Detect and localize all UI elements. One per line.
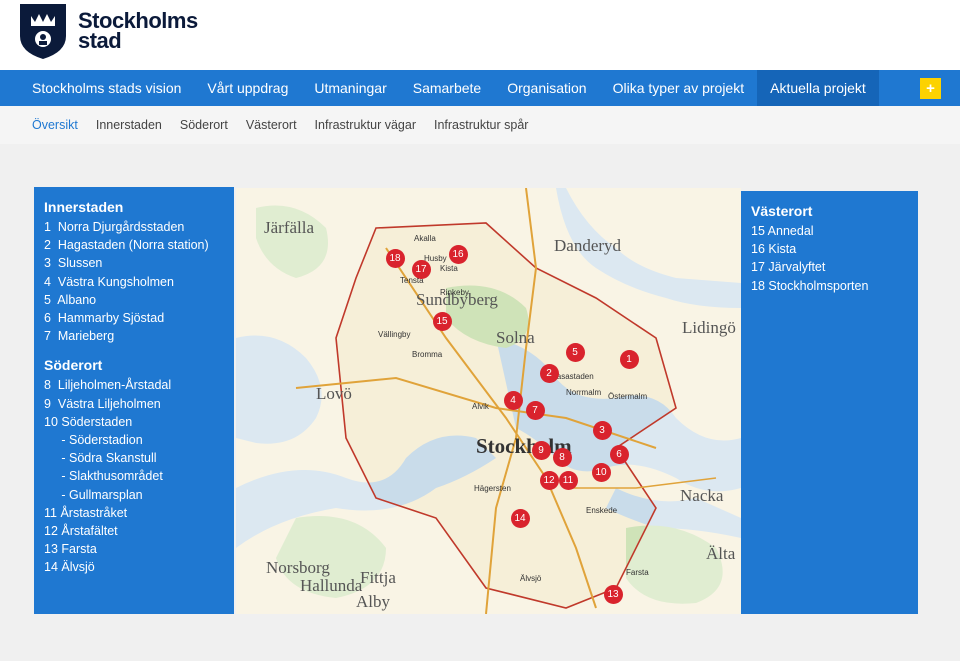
map-base [236,188,741,614]
map-marker-13[interactable]: 13 [603,584,623,604]
map-label-hallunda: Hallunda [300,576,363,595]
sub-nav-oversikt[interactable]: Översikt [0,118,87,132]
project-link-16[interactable]: 16 Kista [751,240,908,258]
map-marker-5[interactable]: 5 [565,342,585,362]
innerstaden-project-link-1[interactable]: 2 Hagastaden (Norra station) [44,236,224,254]
project-link-18[interactable]: 18 Stockholmsporten [751,277,908,295]
map-label-alby: Alby [356,592,390,611]
map-marker-18[interactable]: 18 [385,248,405,268]
map-label-akalla: Akalla [414,234,436,243]
map-label-ostermalm: Östermalm [608,392,648,401]
innerstaden-project-link-4[interactable]: 5 Albano [44,291,224,309]
right-project-list: Västerort 15 Annedal 16 Kista 17 Järvaly… [741,191,918,614]
soderort-project-link-2[interactable]: 10 Söderstaden [44,413,224,431]
sub-nav-infra-spar[interactable]: Infrastruktur spår [425,118,537,132]
region-title-innerstaden: Innerstaden [44,199,124,215]
stockholms-stad-logo[interactable]: Stockholms stad [18,2,198,60]
innerstaden-project-link-2[interactable]: 3 Slussen [44,254,224,272]
map-label-alvik: Alvik [472,402,489,411]
map-marker-16[interactable]: 16 [448,244,468,264]
region-title-soderort: Söderort [44,357,103,374]
project-link-15[interactable]: 15 Annedal [751,222,908,240]
soderort-project-link-10[interactable]: 14 Älvsjö [44,558,224,576]
region-title-vasterort: Västerort [751,203,813,219]
city-crest-icon [20,4,66,59]
map-label-norsborg: Norsborg [266,558,330,577]
soderort-project-link-1[interactable]: 9 Västra Liljeholmen [44,395,224,413]
map-marker-11[interactable]: 11 [558,470,578,490]
main-nav: Stockholms stads vision Vårt uppdrag Utm… [0,70,960,106]
map-label-solna: Solna [496,328,535,347]
map-marker-10[interactable]: 10 [591,462,611,482]
map-label-lidingo: Lidingö [682,318,736,337]
innerstaden-list: 1 Norra Djurgårdsstaden 2 Hagastaden (Nor… [44,218,224,345]
site-header: Stockholms stad [0,0,960,70]
map-label-alvsjo: Älvsjö [520,574,542,583]
logo-text: Stockholms stad [78,10,198,53]
sub-nav-innerstaden[interactable]: Innerstaden [87,118,171,132]
project-map[interactable]: Järfälla Danderyd Sundbyberg Solna Lidin… [236,188,741,614]
content-area: Innerstaden 1 Norra Djurgårdsstaden 2 Hag… [0,144,960,661]
soderort-project-link-0[interactable]: 8 Liljeholmen-Årstadal [44,376,224,394]
map-label-jarfalla: Järfälla [264,218,315,237]
map-label-danderyd: Danderyd [554,236,622,255]
soderort-project-link-5[interactable]: - Slakthusområdet [44,467,224,485]
sub-nav-infra-vagar[interactable]: Infrastruktur vägar [306,118,425,132]
plus-button[interactable]: + [920,78,941,99]
map-label-nacka: Nacka [680,486,724,505]
map-marker-1[interactable]: 1 [619,349,639,369]
map-marker-6[interactable]: 6 [609,444,629,464]
map-marker-15[interactable]: 15 [432,311,452,331]
soderort-list: 8 Liljeholmen-Årstadal 9 Västra Liljeholm… [44,376,224,576]
map-label-hagersten: Hägersten [474,484,511,493]
soderort-project-link-8[interactable]: 12 Årstafältet [44,522,224,540]
map-marker-7[interactable]: 7 [525,400,545,420]
main-nav-uppdrag[interactable]: Vårt uppdrag [194,70,301,106]
map-marker-17[interactable]: 17 [411,259,431,279]
map-label-vallingby: Vällingby [378,330,411,339]
soderort-project-link-9[interactable]: 13 Farsta [44,540,224,558]
map-marker-3[interactable]: 3 [592,420,612,440]
map-label-enskede: Enskede [586,506,618,515]
innerstaden-project-link-3[interactable]: 4 Västra Kungsholmen [44,273,224,291]
map-label-farsta: Farsta [626,568,649,577]
map-label-rinkeby: Rinkeby [440,288,469,297]
sub-nav: Översikt Innerstaden Söderort Västerort … [0,106,960,144]
map-label-lovo: Lovö [316,384,352,403]
main-nav-samarbete[interactable]: Samarbete [400,70,494,106]
main-nav-vision[interactable]: Stockholms stads vision [0,70,194,106]
map-label-bromma: Bromma [412,350,443,359]
soderort-project-link-4[interactable]: - Södra Skanstull [44,449,224,467]
map-label-kista: Kista [440,264,458,273]
map-marker-4[interactable]: 4 [503,390,523,410]
main-nav-organisation[interactable]: Organisation [494,70,599,106]
sub-nav-vasterort[interactable]: Västerort [237,118,306,132]
soderort-project-link-3[interactable]: - Söderstadion [44,431,224,449]
soderort-project-link-6[interactable]: - Gullmarsplan [44,486,224,504]
main-nav-projekttyper[interactable]: Olika typer av projekt [600,70,758,106]
map-marker-2[interactable]: 2 [539,363,559,383]
main-nav-utmaningar[interactable]: Utmaningar [301,70,399,106]
project-link-17[interactable]: 17 Järvalyftet [751,258,908,276]
map-label-fittja: Fittja [360,568,396,587]
innerstaden-project-link-5[interactable]: 6 Hammarby Sjöstad [44,309,224,327]
innerstaden-project-link-6[interactable]: 7 Marieberg [44,327,224,345]
map-label-alta: Älta [706,544,736,563]
map-marker-9[interactable]: 9 [531,440,551,460]
innerstaden-project-link-0[interactable]: 1 Norra Djurgårdsstaden [44,218,224,236]
map-marker-14[interactable]: 14 [510,508,530,528]
left-project-list: Innerstaden 1 Norra Djurgårdsstaden 2 Hag… [34,187,234,614]
map-label-norrmalm: Norrmalm [566,388,602,397]
map-marker-12[interactable]: 12 [539,470,559,490]
sub-nav-soderort[interactable]: Söderort [171,118,237,132]
soderort-project-link-7[interactable]: 11 Årstastråket [44,504,224,522]
main-nav-aktuella-projekt[interactable]: Aktuella projekt [757,70,879,106]
logo-line2: stad [78,28,122,53]
map-marker-8[interactable]: 8 [552,447,572,467]
